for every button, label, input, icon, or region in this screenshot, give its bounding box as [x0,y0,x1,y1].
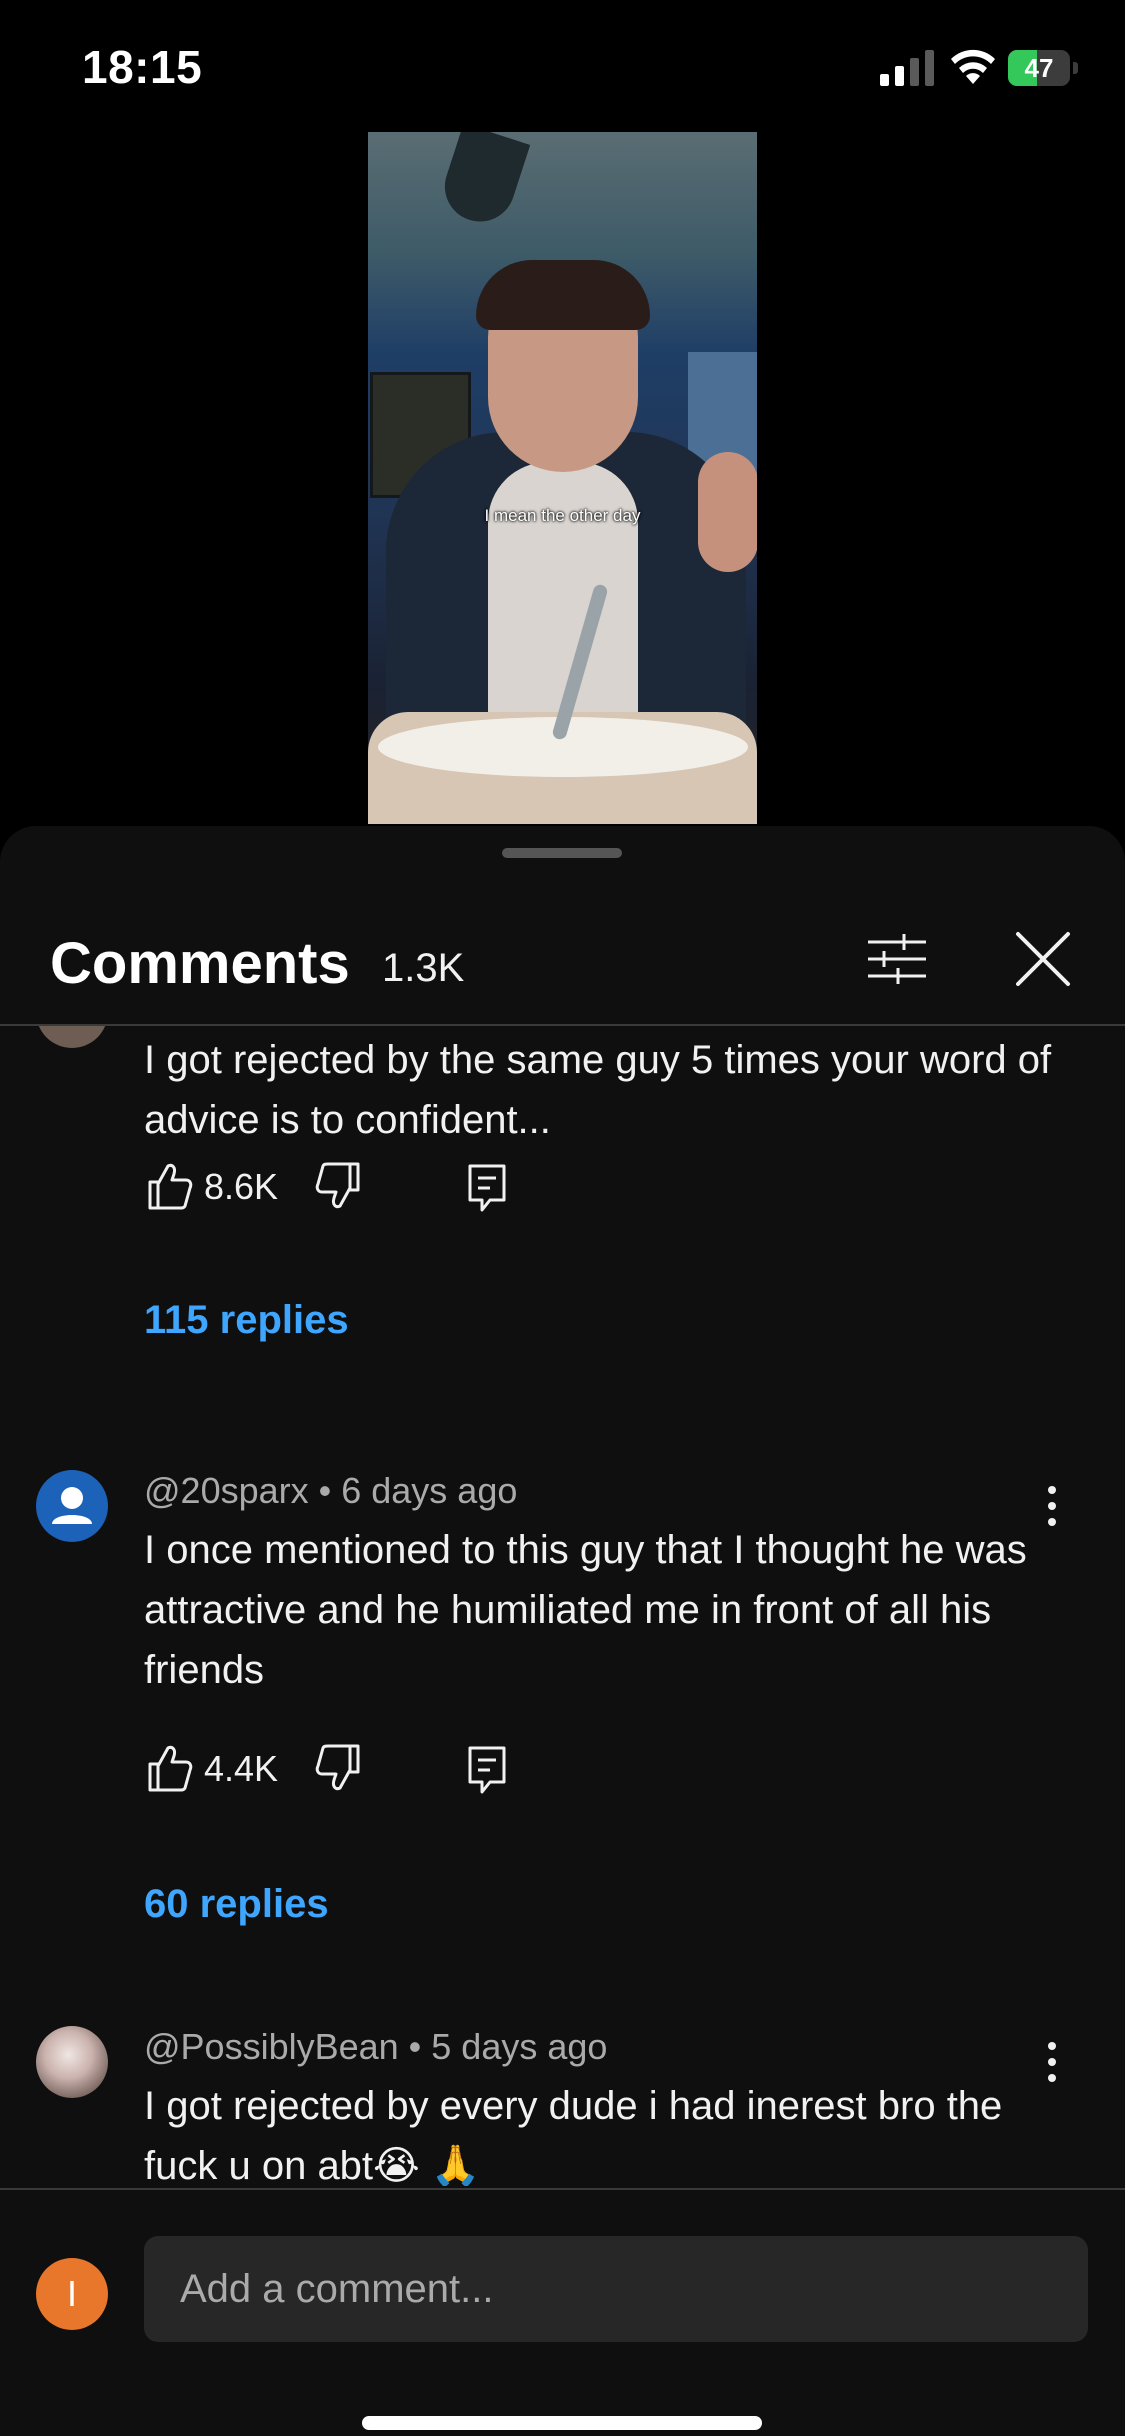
like-count: 4.4K [204,1748,279,1789]
replies-link[interactable]: 115 replies [144,1298,349,1343]
thumbs-down-icon[interactable] [314,1740,364,1796]
thumbs-down-icon[interactable] [314,1158,364,1214]
comment-avatar[interactable] [36,2026,108,2098]
comment-meta: @20sparx • 6 days ago [144,1470,517,1512]
comment-actions: 8.6K [144,1158,644,1228]
video-person-hair [476,260,650,330]
close-icon[interactable] [1008,924,1078,994]
app-screen: 18:15 47 I mean the other day I got reje… [0,0,1125,2436]
comments-list[interactable]: I got rejected by the same guy 5 times y… [0,1026,1125,2186]
home-indicator [362,2416,762,2430]
comment-meta: @PossiblyBean • 5 days ago [144,2026,607,2068]
sheet-title: Comments [50,931,350,996]
thumbs-up-icon[interactable] [144,1740,194,1796]
sliders-filter-icon[interactable] [862,924,932,994]
sheet-header: Comments 1.3K [0,882,1125,1026]
comment-author[interactable]: @PossiblyBean [144,2026,399,2067]
video-lamp [435,132,531,231]
battery-cap [1073,62,1078,74]
comment-author[interactable]: @20sparx [144,1470,309,1511]
comments-sheet: I got rejected by the same guy 5 times y… [0,826,1125,2436]
status-time: 18:15 [82,41,203,93]
comment-count: 1.3K [382,946,465,990]
add-comment-input[interactable] [144,2236,1088,2342]
battery-level: 47 [1024,53,1054,83]
like-count: 8.6K [204,1166,279,1207]
comment-composer: I [0,2188,1125,2436]
comment-text: I once mentioned to this guy that I thou… [144,1528,1027,1692]
battery-body: 47 [1008,50,1070,86]
comment-age: 5 days ago [431,2026,608,2067]
comment-actions: 4.4K [144,1740,644,1810]
meta-separator: • [318,1470,332,1511]
comment-text: I got rejected by every dude i had inere… [144,2084,1003,2186]
video-player[interactable]: I mean the other day [368,132,757,824]
comment-avatar[interactable] [36,1026,108,1048]
comment-avatar[interactable] [36,1470,108,1542]
status-bar: 18:15 47 [0,0,1125,130]
comment-text: I got rejected by the same guy 5 times y… [144,1038,1052,1142]
cellular-signal-icon [880,50,934,86]
battery-charging-icon: 47 [1008,50,1078,86]
drag-handle[interactable] [502,848,622,858]
meta-separator: • [408,2026,422,2067]
thumbs-up-icon[interactable] [144,1158,194,1214]
reply-comment-icon[interactable] [462,1158,512,1214]
wifi-icon [951,49,995,84]
user-avatar[interactable]: I [36,2258,108,2330]
comment-age: 6 days ago [341,1470,518,1511]
video-caption: I mean the other day [484,506,641,525]
default-user-icon [52,1487,92,1524]
replies-link[interactable]: 60 replies [144,1882,329,1927]
reply-comment-icon[interactable] [462,1740,512,1796]
